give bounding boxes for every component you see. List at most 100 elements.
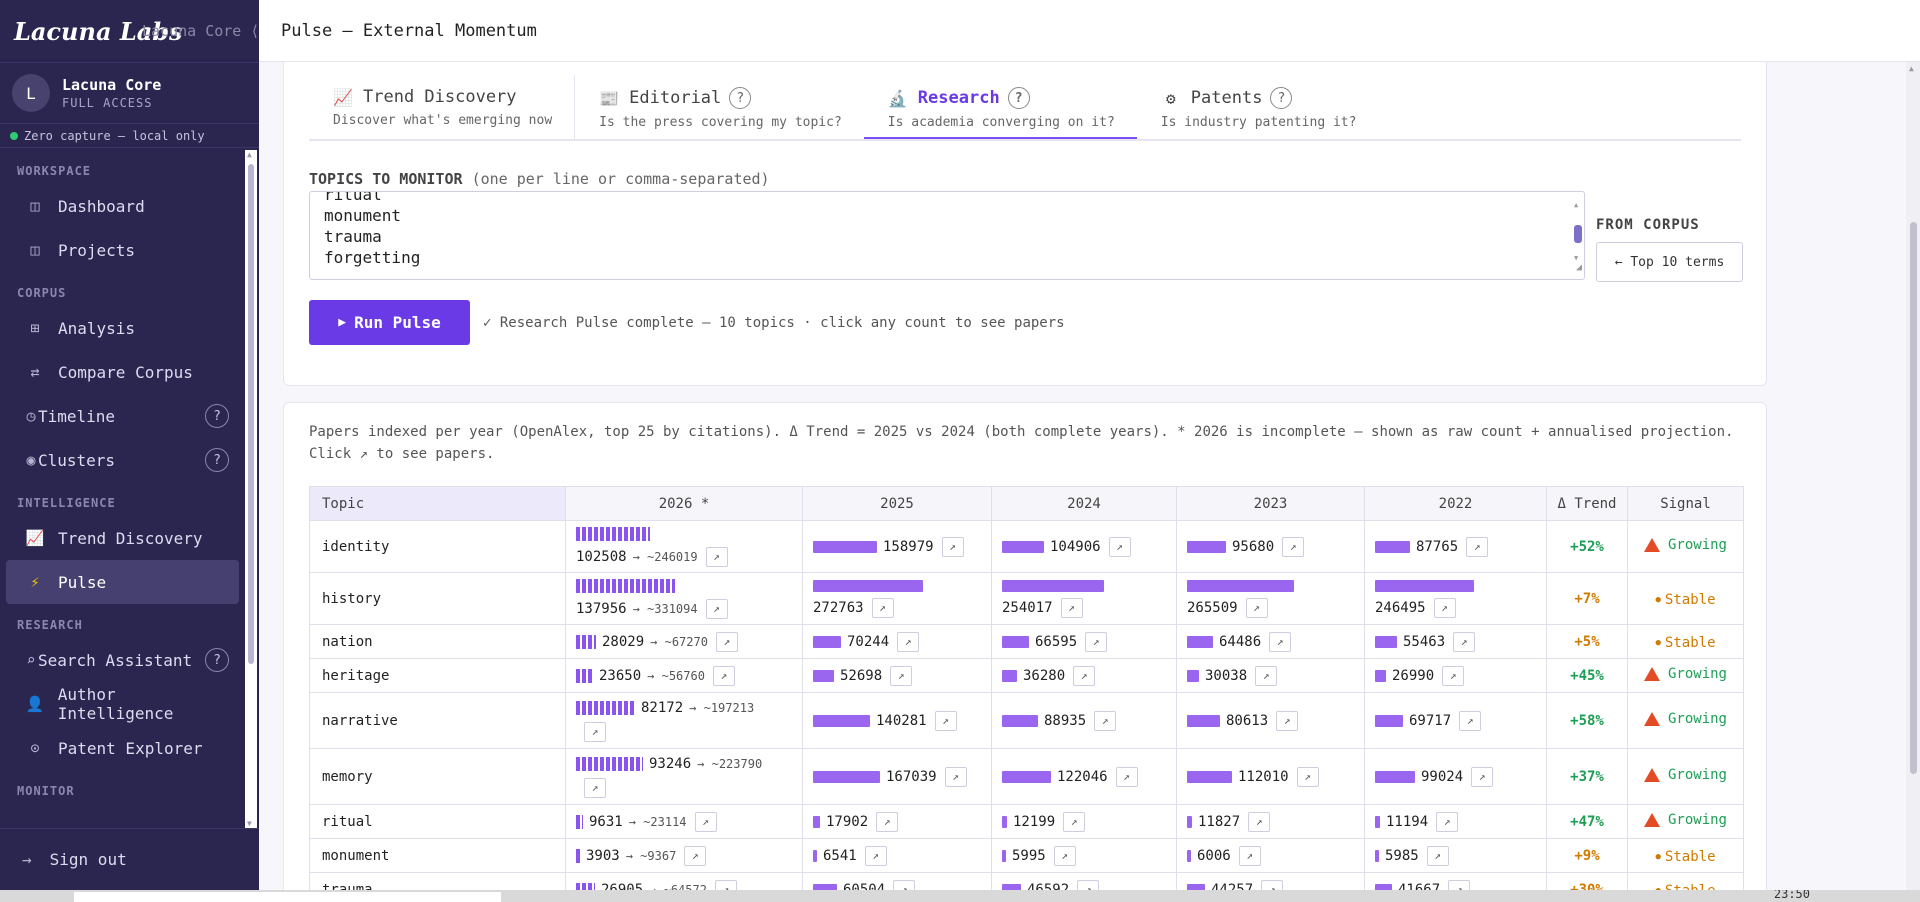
open-papers-link-icon[interactable]: ↗ xyxy=(694,811,717,832)
count-value[interactable]: 272763 xyxy=(813,600,864,616)
help-icon[interactable]: ? xyxy=(1007,87,1030,109)
open-papers-link-icon[interactable]: ↗ xyxy=(944,766,967,787)
count-value[interactable]: 137956 xyxy=(576,601,627,617)
count-value[interactable]: 30038 xyxy=(1205,668,1247,684)
scroll-up-icon[interactable]: ▲ xyxy=(1574,195,1578,216)
sidebar-item-patent-explorer[interactable]: ⊙ Patent Explorer xyxy=(6,726,239,770)
top-terms-button[interactable]: ← Top 10 terms xyxy=(1596,242,1743,282)
open-papers-link-icon[interactable]: ↗ xyxy=(1459,710,1482,731)
tab-editorial[interactable]: 📰 Editorial ? Is the press covering my t… xyxy=(575,75,864,139)
count-value[interactable]: 122046 xyxy=(1057,769,1108,785)
count-value[interactable]: 64486 xyxy=(1219,634,1261,650)
open-papers-link-icon[interactable]: ↗ xyxy=(584,721,606,742)
count-value[interactable]: 93246 xyxy=(649,756,691,772)
scrollbar-thumb[interactable] xyxy=(1574,225,1582,243)
count-value[interactable]: 46592 xyxy=(1027,882,1069,891)
open-papers-link-icon[interactable]: ↗ xyxy=(1296,766,1319,787)
open-papers-link-icon[interactable]: ↗ xyxy=(871,597,894,618)
tab-trend-discovery[interactable]: 📈 Trend Discovery Discover what's emergi… xyxy=(309,75,574,139)
scroll-down-icon[interactable]: ▼ xyxy=(247,819,252,828)
count-value[interactable]: 246495 xyxy=(1375,600,1426,616)
open-papers-link-icon[interactable]: ↗ xyxy=(1433,597,1456,618)
open-papers-link-icon[interactable]: ↗ xyxy=(893,879,916,890)
count-value[interactable]: 11194 xyxy=(1386,814,1428,830)
open-papers-link-icon[interactable]: ↗ xyxy=(705,598,728,619)
open-papers-link-icon[interactable]: ↗ xyxy=(941,536,964,557)
count-value[interactable]: 95680 xyxy=(1232,539,1274,555)
open-papers-link-icon[interactable]: ↗ xyxy=(1282,536,1305,557)
count-value[interactable]: 11827 xyxy=(1198,814,1240,830)
count-value[interactable]: 265509 xyxy=(1187,600,1238,616)
sidebar-item-trend-discovery[interactable]: 📈 Trend Discovery xyxy=(6,516,239,560)
open-papers-link-icon[interactable]: ↗ xyxy=(890,665,913,686)
open-papers-link-icon[interactable]: ↗ xyxy=(1060,597,1083,618)
scrollbar-thumb[interactable] xyxy=(248,164,254,664)
open-papers-link-icon[interactable]: ↗ xyxy=(876,811,899,832)
open-papers-link-icon[interactable]: ↗ xyxy=(1094,710,1117,731)
resize-grip-icon[interactable]: ◢ xyxy=(1576,257,1582,278)
user-card[interactable]: L Lacuna Core FULL ACCESS xyxy=(0,62,259,124)
count-value[interactable]: 41667 xyxy=(1398,882,1440,891)
scroll-up-icon[interactable]: ▲ xyxy=(1909,64,1914,73)
open-papers-link-icon[interactable]: ↗ xyxy=(1261,879,1284,890)
count-value[interactable]: 55463 xyxy=(1403,634,1445,650)
count-value[interactable]: 140281 xyxy=(876,713,927,729)
open-papers-link-icon[interactable]: ↗ xyxy=(1255,665,1278,686)
count-value[interactable]: 26905 xyxy=(601,882,643,891)
open-papers-link-icon[interactable]: ↗ xyxy=(1466,536,1489,557)
count-value[interactable]: 44257 xyxy=(1211,882,1253,891)
open-papers-link-icon[interactable]: ↗ xyxy=(1077,879,1100,890)
count-value[interactable]: 87765 xyxy=(1416,539,1458,555)
sign-out-button[interactable]: → Sign out xyxy=(0,828,259,890)
sidebar-item-clusters[interactable]: ◉ Clusters ? xyxy=(6,438,239,482)
count-value[interactable]: 17902 xyxy=(826,814,868,830)
open-papers-link-icon[interactable]: ↗ xyxy=(1248,811,1271,832)
count-value[interactable]: 254017 xyxy=(1002,600,1053,616)
help-icon[interactable]: ? xyxy=(1270,87,1293,109)
open-papers-link-icon[interactable]: ↗ xyxy=(714,879,737,890)
open-papers-link-icon[interactable]: ↗ xyxy=(897,631,920,652)
run-pulse-button[interactable]: ▶ Run Pulse xyxy=(309,300,470,345)
open-papers-link-icon[interactable]: ↗ xyxy=(1115,766,1138,787)
count-value[interactable]: 12199 xyxy=(1013,814,1055,830)
count-value[interactable]: 23650 xyxy=(599,668,641,684)
sidebar-scrollbar[interactable]: ▲ ▼ xyxy=(245,150,257,828)
open-papers-link-icon[interactable]: ↗ xyxy=(1471,766,1494,787)
open-papers-link-icon[interactable]: ↗ xyxy=(1269,631,1292,652)
open-papers-link-icon[interactable]: ↗ xyxy=(1053,845,1076,866)
count-value[interactable]: 26990 xyxy=(1392,668,1434,684)
tab-patents[interactable]: ⚙ Patents ? Is industry patenting it? xyxy=(1137,75,1379,139)
help-icon[interactable]: ? xyxy=(729,87,752,109)
sidebar-item-timeline[interactable]: ◷ Timeline ? xyxy=(6,394,239,438)
count-value[interactable]: 52698 xyxy=(840,668,882,684)
count-value[interactable]: 70244 xyxy=(847,634,889,650)
count-value[interactable]: 5985 xyxy=(1385,848,1419,864)
count-value[interactable]: 6006 xyxy=(1197,848,1231,864)
sidebar-item-search-assistant[interactable]: ⌕ Search Assistant ? xyxy=(6,638,239,682)
count-value[interactable]: 6541 xyxy=(823,848,857,864)
count-value[interactable]: 102508 xyxy=(576,549,627,565)
sidebar-item-dashboard[interactable]: ◫ Dashboard xyxy=(6,184,239,228)
open-papers-link-icon[interactable]: ↗ xyxy=(705,546,728,567)
open-papers-link-icon[interactable]: ↗ xyxy=(1453,631,1476,652)
open-papers-link-icon[interactable]: ↗ xyxy=(684,845,707,866)
count-value[interactable]: 60504 xyxy=(843,882,885,891)
open-papers-link-icon[interactable]: ↗ xyxy=(1108,536,1131,557)
help-icon[interactable]: ? xyxy=(205,404,229,428)
open-papers-link-icon[interactable]: ↗ xyxy=(712,665,735,686)
open-papers-link-icon[interactable]: ↗ xyxy=(1436,811,1459,832)
help-icon[interactable]: ? xyxy=(205,448,229,472)
open-papers-link-icon[interactable]: ↗ xyxy=(1063,811,1086,832)
sidebar-item-author-intelligence[interactable]: 👤 Author Intelligence xyxy=(6,682,239,726)
open-papers-link-icon[interactable]: ↗ xyxy=(1426,845,1449,866)
count-value[interactable]: 66595 xyxy=(1035,634,1077,650)
help-icon[interactable]: ? xyxy=(205,648,229,672)
open-papers-link-icon[interactable]: ↗ xyxy=(1085,631,1108,652)
count-value[interactable]: 82172 xyxy=(641,700,683,716)
count-value[interactable]: 158979 xyxy=(883,539,934,555)
open-papers-link-icon[interactable]: ↗ xyxy=(584,777,606,798)
sidebar-item-analysis[interactable]: ⊞ Analysis xyxy=(6,306,239,350)
open-papers-link-icon[interactable]: ↗ xyxy=(1245,597,1268,618)
scroll-up-icon[interactable]: ▲ xyxy=(247,150,252,159)
count-value[interactable]: 167039 xyxy=(886,769,937,785)
